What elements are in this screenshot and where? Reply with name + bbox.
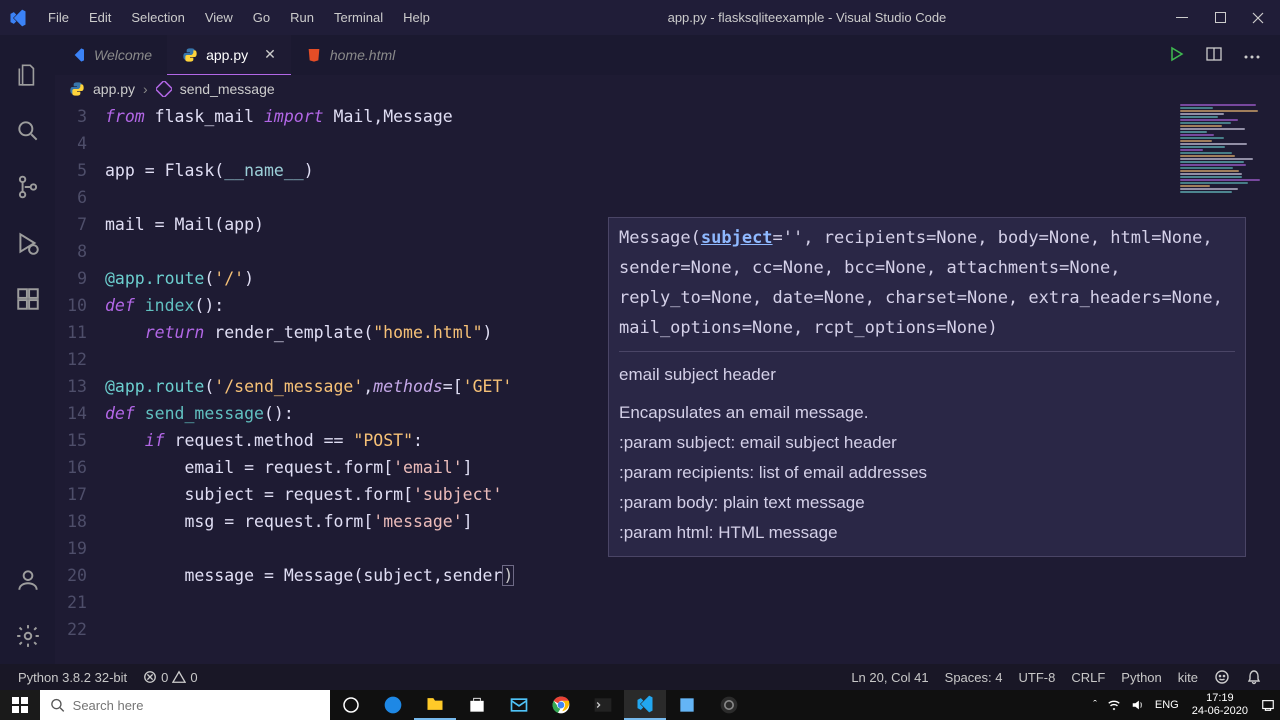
explorer-icon[interactable] [14, 61, 42, 89]
sig-doc-line: :param html: HTML message [619, 518, 1235, 548]
taskbar-search[interactable] [40, 690, 330, 720]
vscode-logo-icon [8, 8, 28, 28]
menu-run[interactable]: Run [280, 6, 324, 29]
mail-icon[interactable] [498, 690, 540, 720]
tray-notifications-icon[interactable] [1256, 698, 1280, 712]
status-problems[interactable]: 0 0 [135, 670, 205, 685]
sig-brief: email subject header [619, 360, 1235, 390]
tray-clock[interactable]: 17:19 24-06-2020 [1184, 692, 1256, 718]
python-file-icon [182, 47, 198, 63]
breadcrumb-file: app.py [93, 81, 135, 97]
code-line[interactable]: 3from flask_mail import Mail,Message [55, 103, 1280, 130]
titlebar: File Edit Selection View Go Run Terminal… [0, 0, 1280, 35]
menu-view[interactable]: View [195, 6, 243, 29]
tab-welcome[interactable]: Welcome [55, 35, 167, 75]
file-explorer-icon[interactable] [414, 690, 456, 720]
tray-wifi-icon[interactable] [1102, 698, 1126, 712]
menu-help[interactable]: Help [393, 6, 440, 29]
source-control-icon[interactable] [14, 173, 42, 201]
code-line[interactable]: 21 [55, 589, 1280, 616]
menu-file[interactable]: File [38, 6, 79, 29]
minimize-icon[interactable] [1174, 10, 1190, 26]
menu-edit[interactable]: Edit [79, 6, 121, 29]
tab-close-icon[interactable]: ✕ [264, 46, 276, 63]
code-line[interactable]: 4 [55, 130, 1280, 157]
status-indent[interactable]: Spaces: 4 [937, 670, 1011, 685]
vscode-icon [70, 47, 86, 63]
sig-doc-line: Encapsulates an email message. [619, 398, 1235, 428]
tab-home-html[interactable]: home.html [291, 35, 410, 75]
status-python-version[interactable]: Python 3.8.2 32-bit [10, 670, 135, 685]
menu-selection[interactable]: Selection [121, 6, 194, 29]
store-icon[interactable] [456, 690, 498, 720]
status-eol[interactable]: CRLF [1063, 670, 1113, 685]
status-kite[interactable]: kite [1170, 670, 1206, 685]
vscode-taskbar-icon[interactable] [624, 690, 666, 720]
tab-label: app.py [206, 47, 248, 63]
menu-terminal[interactable]: Terminal [324, 6, 393, 29]
status-cursor-position[interactable]: Ln 20, Col 41 [843, 670, 936, 685]
html-file-icon [306, 47, 322, 63]
run-file-icon[interactable] [1168, 46, 1186, 64]
search-icon [50, 697, 65, 713]
search-icon[interactable] [14, 117, 42, 145]
statusbar: Python 3.8.2 32-bit 0 0 Ln 20, Col 41 Sp… [0, 664, 1280, 690]
app-icon[interactable] [666, 690, 708, 720]
code-line[interactable]: 5app = Flask(__name__) [55, 157, 1280, 184]
sig-head: Message( [619, 228, 701, 248]
edge-icon[interactable] [372, 690, 414, 720]
status-feedback-icon[interactable] [1206, 669, 1238, 685]
more-actions-icon[interactable] [1244, 46, 1262, 64]
menu-go[interactable]: Go [243, 6, 280, 29]
extensions-icon[interactable] [14, 285, 42, 313]
taskbar-search-input[interactable] [73, 698, 320, 713]
code-line[interactable]: 22 [55, 616, 1280, 643]
breadcrumb-symbol: send_message [180, 81, 275, 97]
sig-doc-line: :param body: plain text message [619, 488, 1235, 518]
status-language[interactable]: Python [1113, 670, 1169, 685]
windows-taskbar: ˆ ENG 17:19 24-06-2020 [0, 690, 1280, 720]
chevron-right-icon: › [143, 81, 148, 97]
tray-chevron-up-icon[interactable]: ˆ [1088, 699, 1102, 711]
status-encoding[interactable]: UTF-8 [1010, 670, 1063, 685]
sig-current-param: subject [701, 228, 773, 248]
signature-help-popup: Message(subject='', recipients=None, bod… [608, 217, 1246, 557]
symbol-method-icon [156, 81, 172, 97]
accounts-icon[interactable] [14, 566, 42, 594]
status-bell-icon[interactable] [1238, 669, 1270, 685]
activity-bar [0, 35, 55, 664]
python-file-icon [69, 81, 85, 97]
start-button[interactable] [0, 690, 40, 720]
tab-app-py[interactable]: app.py ✕ [167, 35, 291, 75]
tray-volume-icon[interactable] [1126, 698, 1150, 712]
breadcrumb[interactable]: app.py › send_message [55, 75, 1280, 103]
run-debug-icon[interactable] [14, 229, 42, 257]
split-editor-icon[interactable] [1206, 46, 1224, 64]
terminal-icon[interactable] [582, 690, 624, 720]
close-icon[interactable] [1250, 10, 1266, 26]
window-title: app.py - flasksqliteexample - Visual Stu… [440, 10, 1174, 25]
chrome-icon[interactable] [540, 690, 582, 720]
tab-label: Welcome [94, 47, 152, 63]
settings-gear-icon[interactable] [14, 622, 42, 650]
cortana-icon[interactable] [330, 690, 372, 720]
code-line[interactable]: 6 [55, 184, 1280, 211]
sig-doc-line: :param recipients: list of email address… [619, 458, 1235, 488]
editor-tabs: Welcome app.py ✕ home.html [55, 35, 1280, 75]
system-tray: ˆ ENG 17:19 24-06-2020 [1088, 690, 1280, 720]
maximize-icon[interactable] [1212, 10, 1228, 26]
obs-icon[interactable] [708, 690, 750, 720]
sig-doc-line: :param subject: email subject header [619, 428, 1235, 458]
tray-lang[interactable]: ENG [1150, 699, 1184, 711]
tab-label: home.html [330, 47, 395, 63]
code-line[interactable]: 20 message = Message(subject,sender) [55, 562, 1280, 589]
